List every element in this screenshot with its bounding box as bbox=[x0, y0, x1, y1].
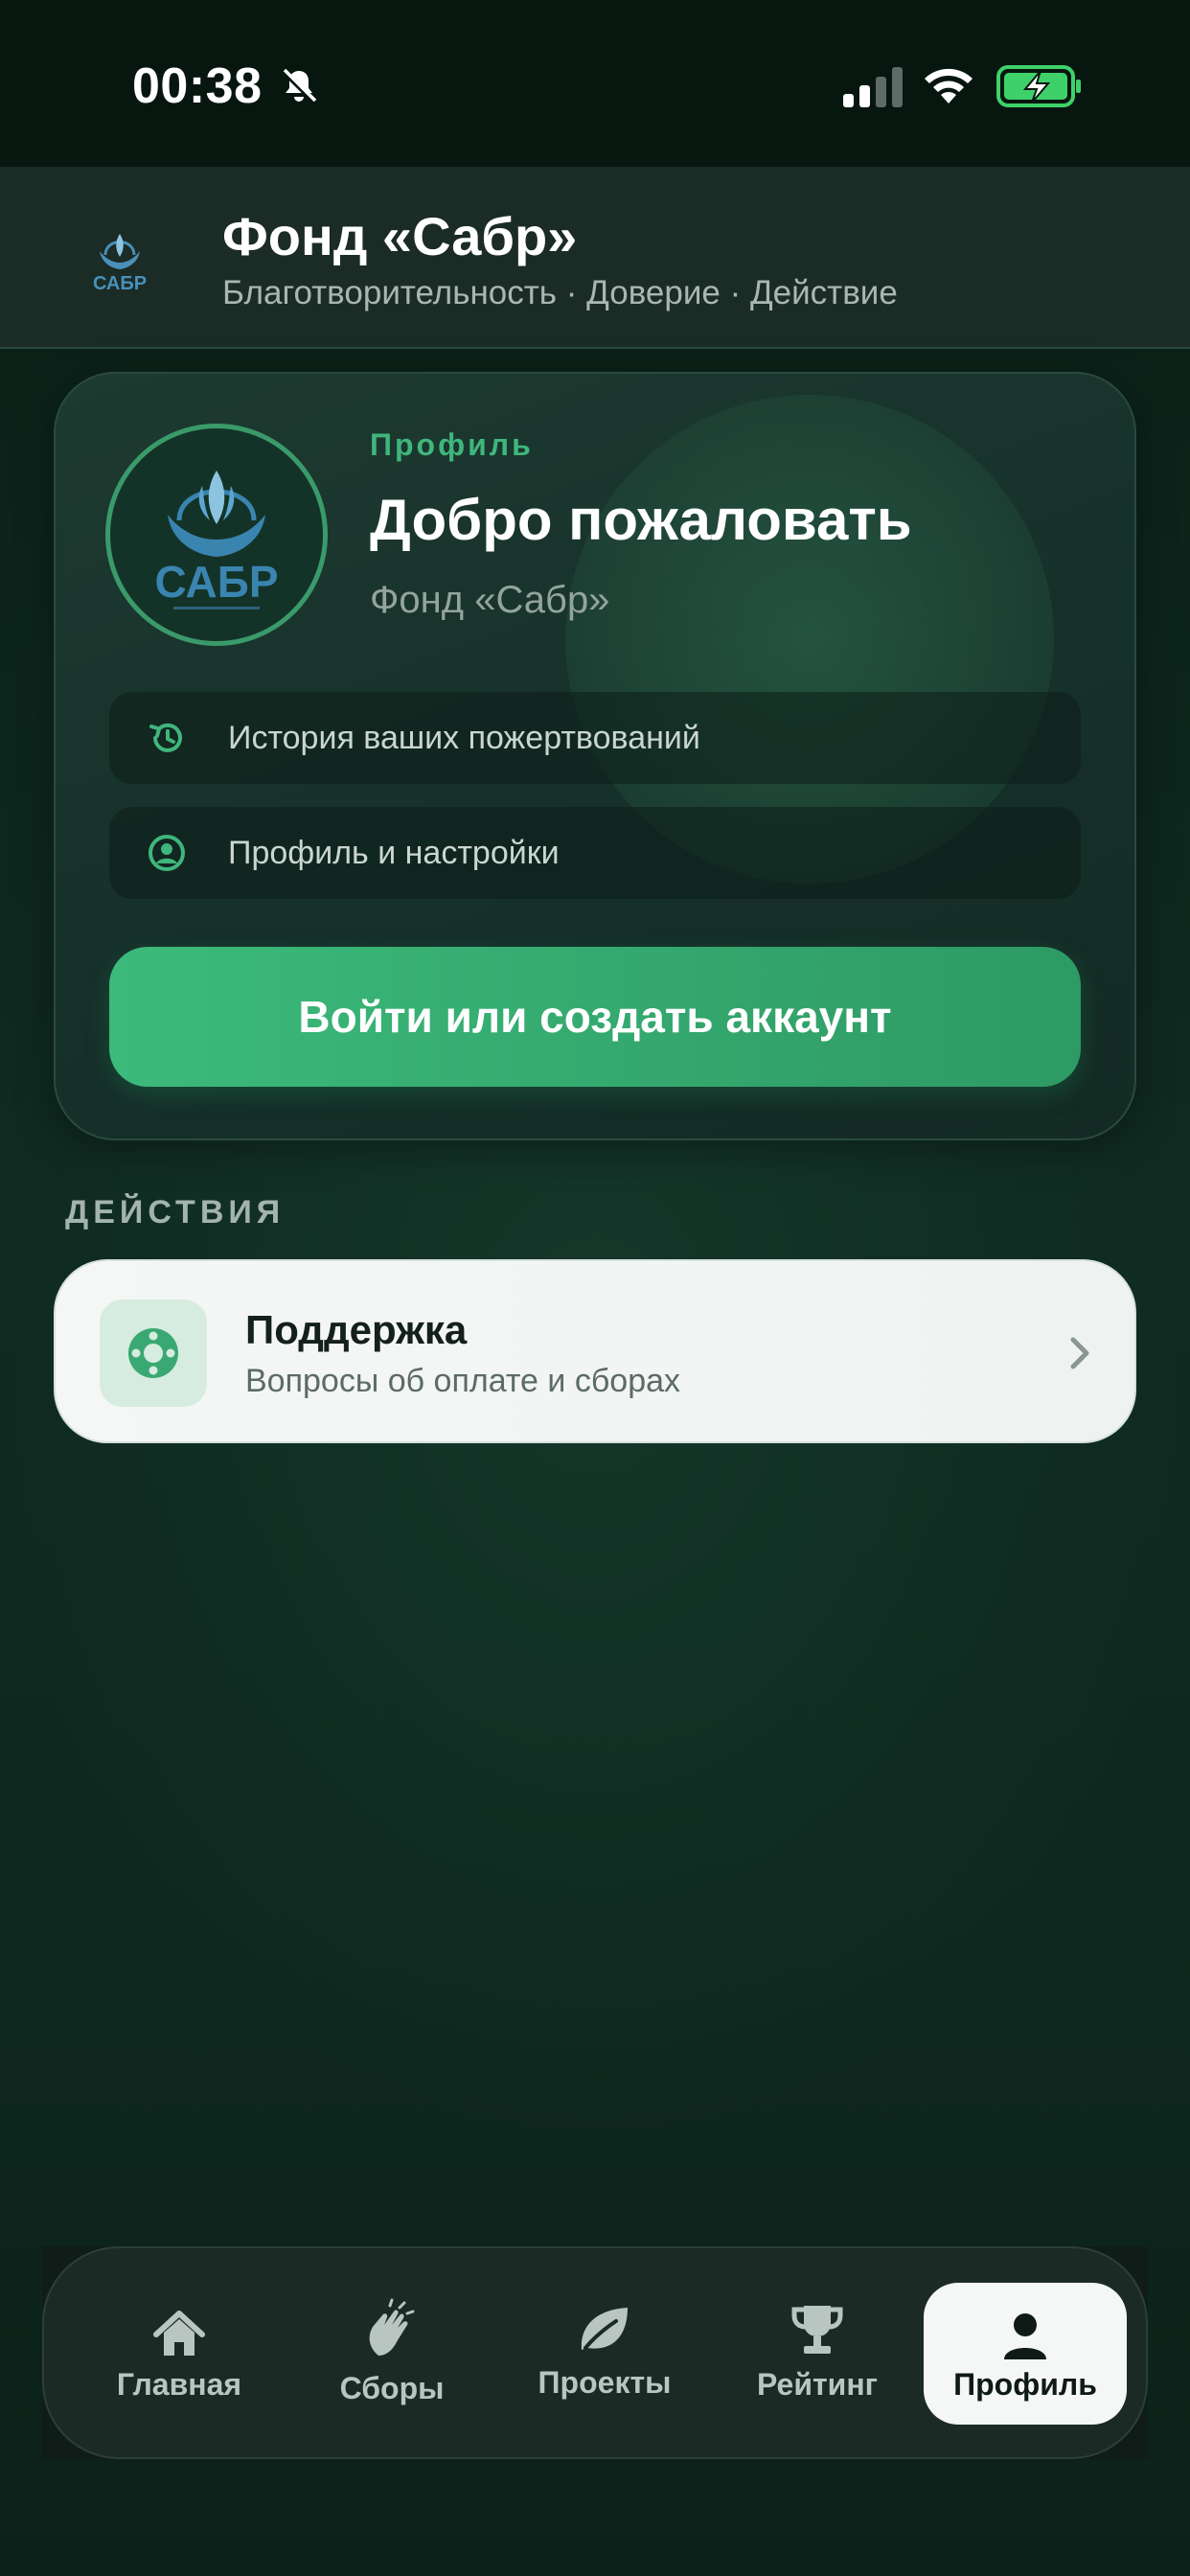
profile-settings-row[interactable]: Профиль и настройки bbox=[109, 807, 1081, 899]
bell-muted-icon bbox=[281, 68, 317, 104]
svg-text:САБР: САБР bbox=[154, 557, 278, 607]
sabr-logo-icon: САБР bbox=[154, 471, 279, 610]
tab-collections[interactable]: Сборы bbox=[291, 2248, 492, 2461]
status-bar: 00:38 bbox=[0, 0, 1190, 167]
sabr-logo-icon: САБР bbox=[93, 234, 147, 294]
history-icon bbox=[149, 723, 182, 752]
support-subtitle: Вопросы об оплате и сборах bbox=[245, 1363, 681, 1399]
tab-rating[interactable]: Рейтинг bbox=[717, 2248, 918, 2461]
header-subtitle: Благотворительность · Доверие · Действие bbox=[222, 274, 898, 311]
chevron-right-icon bbox=[1070, 1337, 1089, 1369]
fund-name: Фонд «Сабр» bbox=[370, 579, 610, 621]
user-circle-icon bbox=[149, 835, 185, 871]
tab-collections-label: Сборы bbox=[339, 2371, 445, 2405]
clapping-hands-icon bbox=[369, 2298, 415, 2356]
welcome-title: Добро пожаловать bbox=[370, 488, 912, 552]
status-time: 00:38 bbox=[132, 58, 263, 114]
svg-text:САБР: САБР bbox=[93, 273, 147, 294]
header-title: Фонд «Сабр» bbox=[222, 206, 578, 266]
profile-screen: 00:38 САБР Фонд «Сабр» Благотворительнос… bbox=[0, 0, 1190, 2576]
profile-card: САБР Профиль Добро пожаловать Фонд «Сабр… bbox=[54, 372, 1136, 1140]
actions-section-title: ДЕЙСТВИЯ bbox=[65, 1194, 286, 1230]
support-card[interactable]: Поддержка Вопросы об оплате и сборах bbox=[54, 1259, 1136, 1443]
support-title: Поддержка bbox=[245, 1307, 468, 1352]
tab-profile[interactable]: Профиль bbox=[924, 2283, 1127, 2425]
donation-history-label: История ваших пожертвований bbox=[228, 720, 700, 756]
tab-rating-label: Рейтинг bbox=[756, 2367, 878, 2402]
profile-section-tag: Профиль bbox=[370, 427, 534, 462]
lifebuoy-icon bbox=[128, 1328, 178, 1378]
wifi-icon bbox=[925, 68, 973, 104]
tab-home[interactable]: Главная bbox=[79, 2248, 280, 2461]
battery-charging-icon bbox=[996, 65, 1081, 107]
tab-projects[interactable]: Проекты bbox=[504, 2248, 705, 2461]
tab-projects-label: Проекты bbox=[538, 2365, 672, 2400]
profile-settings-label: Профиль и настройки bbox=[228, 835, 560, 871]
tab-home-label: Главная bbox=[116, 2367, 242, 2402]
home-icon bbox=[153, 2311, 205, 2356]
app-header: САБР Фонд «Сабр» Благотворительность · Д… bbox=[0, 167, 1190, 349]
avatar: САБР bbox=[105, 424, 328, 646]
leaf-icon bbox=[581, 2308, 628, 2350]
tab-profile-label: Профиль bbox=[953, 2367, 1097, 2402]
tab-bar-container: Главная Сборы Проекты Рейтинг Профиль bbox=[42, 2246, 1148, 2459]
tab-bar: Главная Сборы Проекты Рейтинг Профиль bbox=[42, 2246, 1148, 2459]
login-button[interactable]: Войти или создать аккаунт bbox=[109, 947, 1081, 1087]
trophy-icon bbox=[791, 2306, 843, 2354]
person-icon bbox=[1004, 2313, 1046, 2359]
support-icon-box bbox=[100, 1300, 207, 1407]
donation-history-row[interactable]: История ваших пожертвований bbox=[109, 692, 1081, 784]
cellular-signal-icon bbox=[843, 67, 903, 107]
